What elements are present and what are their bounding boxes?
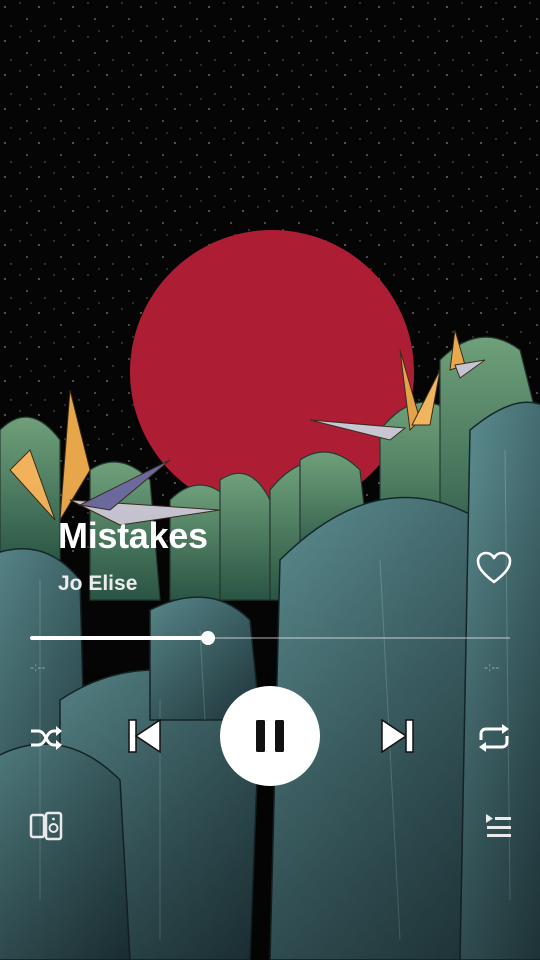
seek-bar[interactable] [30, 628, 510, 648]
skip-next-icon[interactable] [374, 712, 422, 760]
queue-icon[interactable] [480, 808, 516, 844]
seek-thumb[interactable] [201, 631, 215, 645]
artist-name[interactable]: Jo Elise [58, 572, 137, 596]
heart-icon[interactable] [474, 548, 514, 588]
track-title: Mistakes [58, 515, 208, 556]
repeat-icon[interactable] [474, 720, 514, 756]
now-playing-screen: Mistakes Jo Elise -:-- -:-- [0, 0, 540, 960]
seek-progress [30, 636, 208, 640]
shade-overlay [0, 0, 540, 960]
devices-icon[interactable] [28, 808, 64, 844]
play-pause-button[interactable] [220, 686, 320, 786]
elapsed-time: -:-- [30, 660, 46, 674]
skip-previous-icon[interactable] [120, 712, 168, 760]
pause-icon [256, 720, 284, 752]
remaining-time: -:-- [484, 660, 500, 674]
shuffle-icon[interactable] [28, 720, 64, 756]
